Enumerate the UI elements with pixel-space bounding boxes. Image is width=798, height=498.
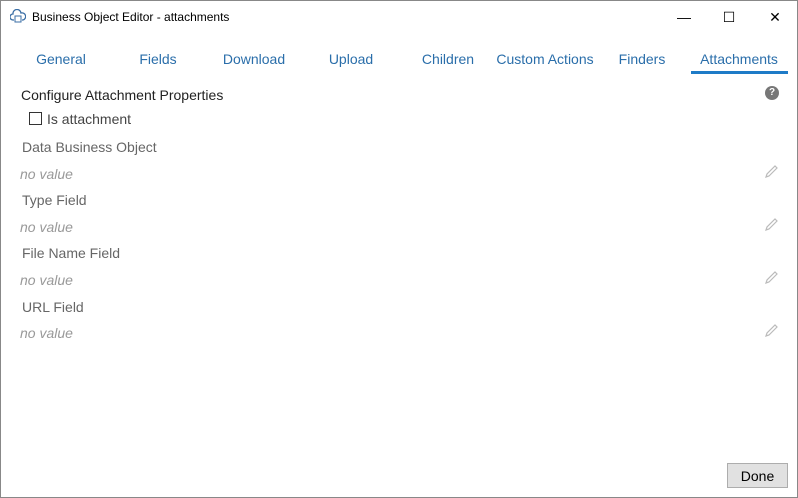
edit-pencil-icon[interactable] — [763, 270, 779, 286]
cloud-app-icon — [10, 9, 26, 23]
is-attachment-checkbox[interactable] — [29, 112, 42, 125]
type-field-label: Type Field — [22, 192, 87, 208]
edit-pencil-icon[interactable] — [763, 217, 779, 233]
close-button[interactable]: ✕ — [752, 1, 798, 33]
section-title: Configure Attachment Properties — [21, 87, 224, 103]
url-field-value: no value — [20, 325, 73, 341]
tab-attachments[interactable]: Attachments — [700, 51, 778, 67]
type-field-value: no value — [20, 219, 73, 235]
tab-children[interactable]: Children — [422, 51, 474, 67]
data-business-object-label: Data Business Object — [22, 139, 157, 155]
tab-finders[interactable]: Finders — [619, 51, 666, 67]
tab-fields[interactable]: Fields — [139, 51, 176, 67]
url-field-label: URL Field — [22, 299, 84, 315]
edit-pencil-icon[interactable] — [763, 164, 779, 180]
maximize-button[interactable]: ☐ — [706, 1, 752, 33]
tab-upload[interactable]: Upload — [329, 51, 373, 67]
file-name-field-label: File Name Field — [22, 245, 121, 261]
tab-custom-actions[interactable]: Custom Actions — [496, 51, 593, 67]
title-bar: Business Object Editor - attachments — ☐… — [1, 1, 797, 33]
is-attachment-label[interactable]: Is attachment — [47, 111, 131, 127]
tab-bar: General Fields Download Upload Children … — [1, 51, 797, 75]
edit-pencil-icon[interactable] — [763, 323, 779, 339]
tab-download[interactable]: Download — [223, 51, 285, 67]
help-icon[interactable]: ? — [765, 86, 779, 100]
tab-general[interactable]: General — [36, 51, 86, 67]
minimize-button[interactable]: — — [661, 1, 707, 33]
window-title: Business Object Editor - attachments — [32, 10, 230, 24]
data-business-object-value: no value — [20, 166, 73, 182]
active-tab-indicator — [691, 71, 788, 74]
done-button[interactable]: Done — [727, 463, 788, 488]
file-name-field-value: no value — [20, 272, 73, 288]
